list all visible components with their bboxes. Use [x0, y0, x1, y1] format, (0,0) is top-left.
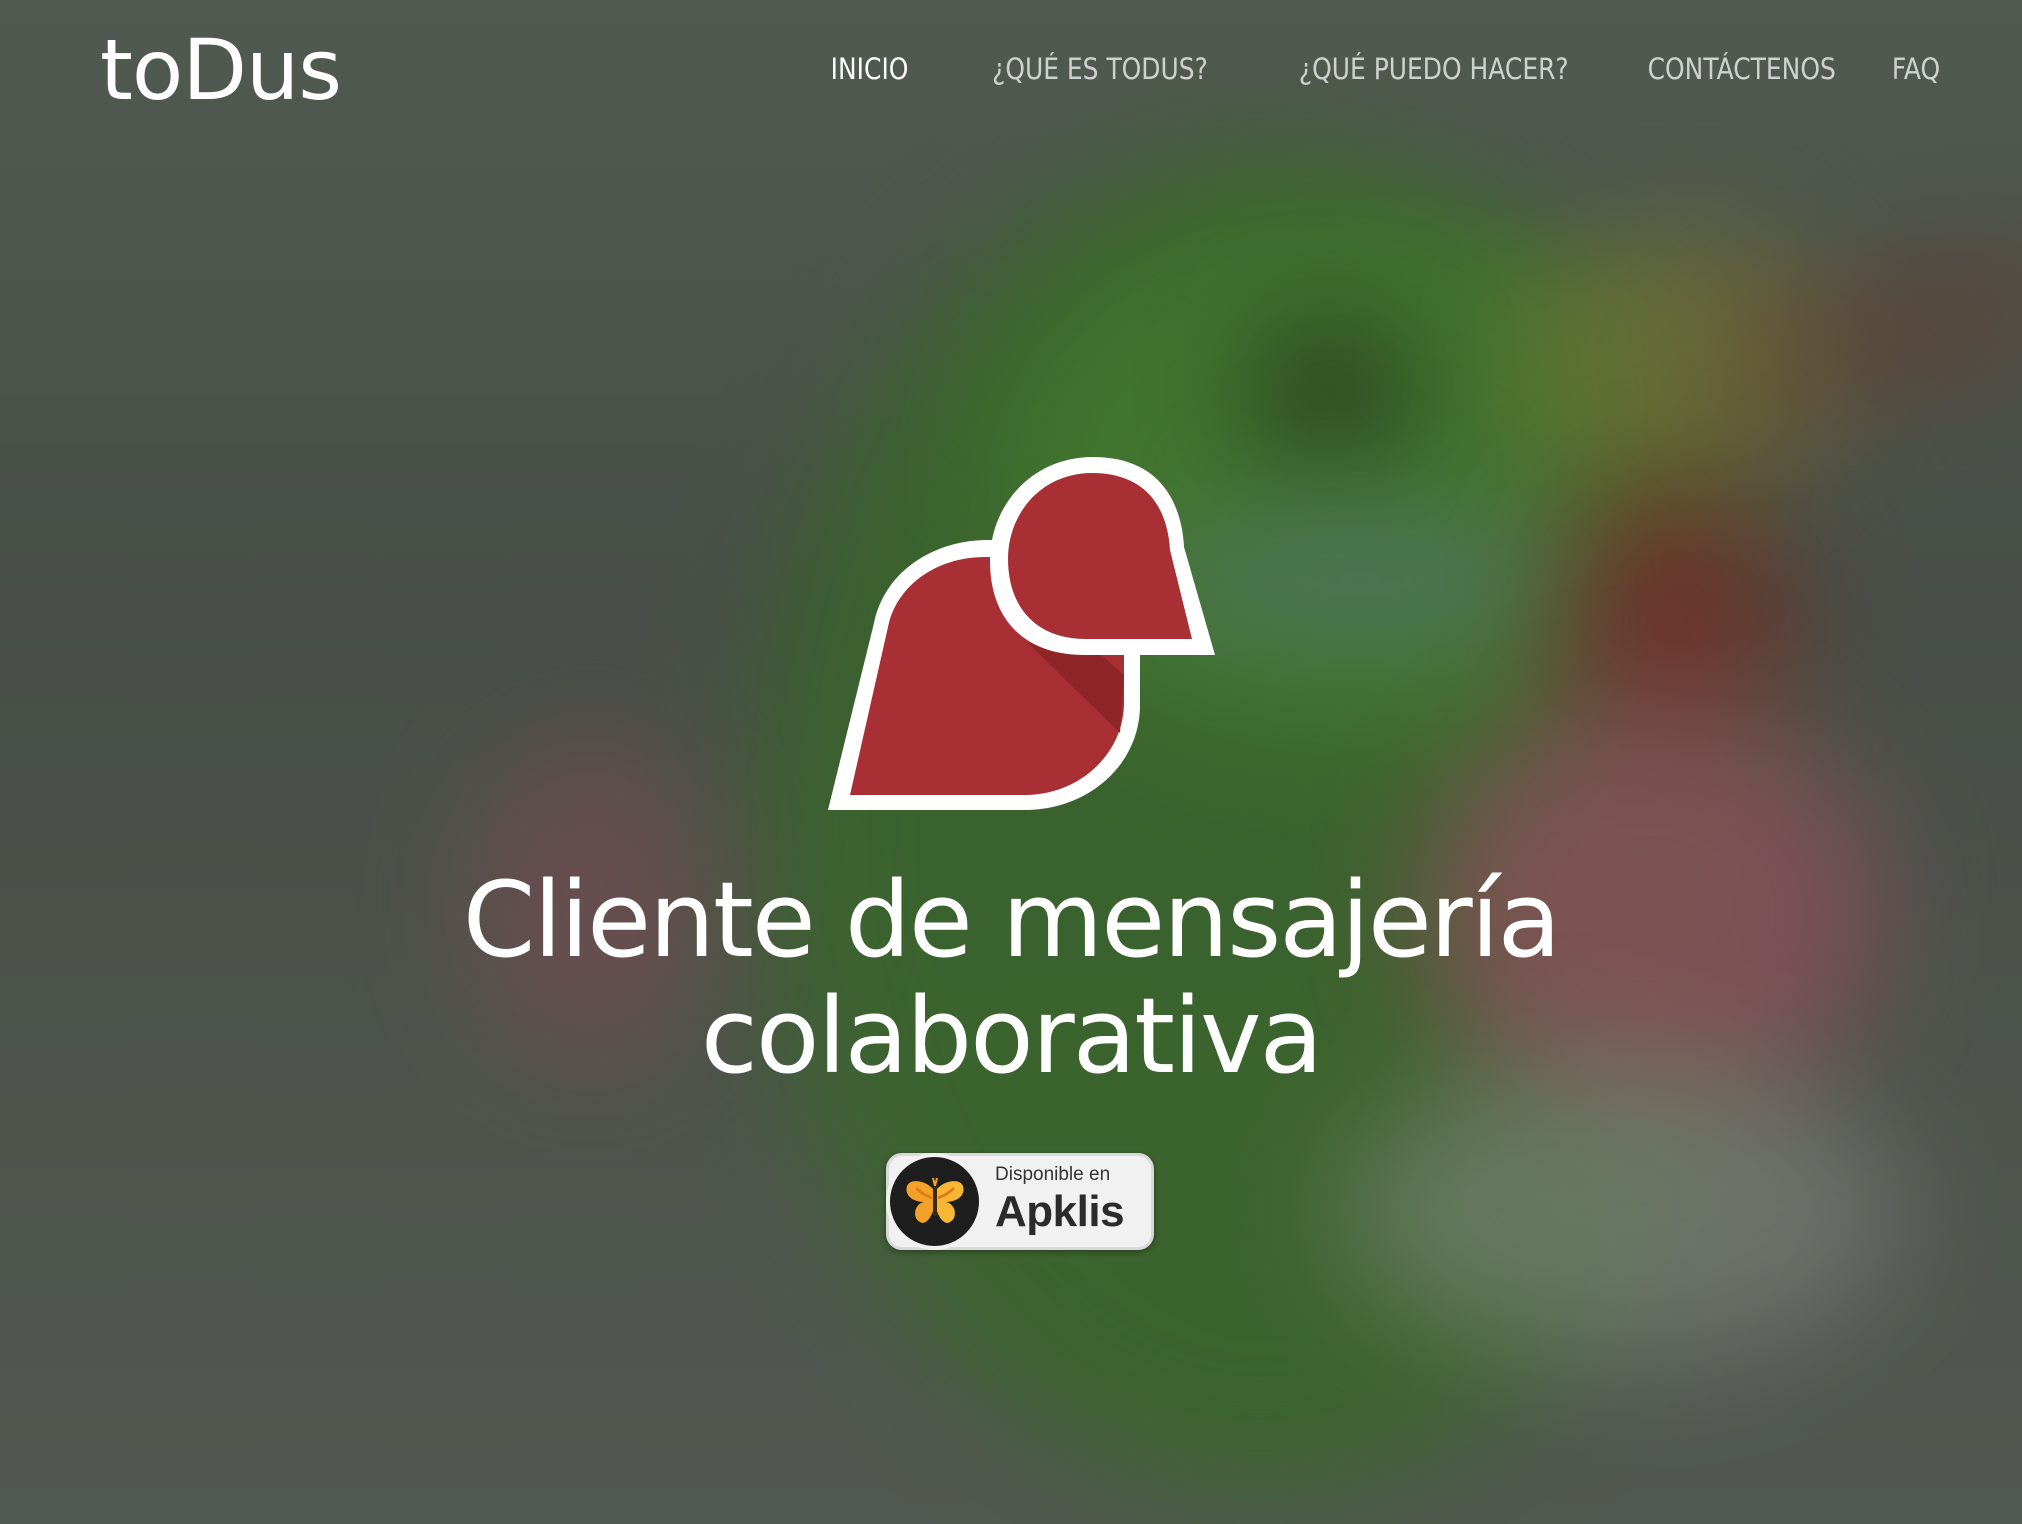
nav-item-contactenos[interactable]: CONTÁCTENOS [1648, 52, 1836, 86]
nav-item-que-es-todus[interactable]: ¿QUÉ ES TODUS? [992, 52, 1208, 86]
navbar: toDus INICIO ¿QUÉ ES TODUS? ¿QUÉ PUEDO H… [0, 0, 2022, 140]
badge-store-name: Apklis [995, 1187, 1125, 1236]
hero-title: Cliente de mensajería colaborativa [311, 862, 1711, 1094]
nav-item-inicio[interactable]: INICIO [831, 52, 909, 86]
hero-title-line-2: colaborativa [700, 975, 1324, 1097]
badge-text: Disponible en Apklis [995, 1164, 1151, 1238]
hero-title-line-1: Cliente de mensajería [462, 859, 1562, 981]
butterfly-icon [886, 1153, 983, 1250]
todus-chat-bubbles-icon [820, 455, 1220, 825]
nav-item-que-puedo-hacer[interactable]: ¿QUÉ PUEDO HACER? [1299, 52, 1569, 86]
nav-menu: INICIO ¿QUÉ ES TODUS? ¿QUÉ PUEDO HACER? … [770, 52, 1940, 86]
page: toDus INICIO ¿QUÉ ES TODUS? ¿QUÉ PUEDO H… [0, 0, 2022, 1524]
brand-logo[interactable]: toDus [100, 28, 342, 112]
badge-caption: Disponible en [995, 1164, 1111, 1185]
nav-item-faq[interactable]: FAQ [1892, 52, 1940, 86]
apklis-badge-button[interactable]: Disponible en Apklis [886, 1153, 1154, 1250]
